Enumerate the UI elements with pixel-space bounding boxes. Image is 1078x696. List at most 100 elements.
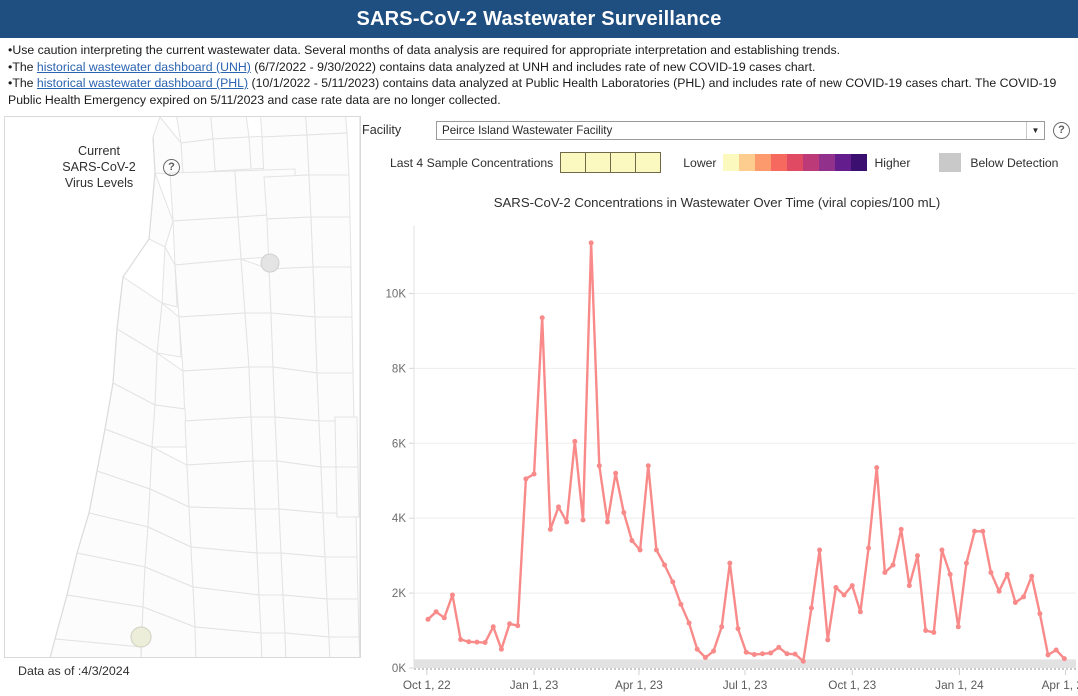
series-point[interactable] [890,562,896,568]
series-point[interactable] [914,553,920,559]
series-point[interactable] [1021,594,1027,600]
series-point[interactable] [923,628,929,634]
series-point[interactable] [425,616,431,622]
series-point[interactable] [564,519,570,525]
series-point[interactable] [768,650,774,656]
series-point[interactable] [825,637,831,643]
series-point[interactable] [759,651,765,657]
series-point[interactable] [531,471,537,477]
series-point[interactable] [645,463,651,469]
series-point[interactable] [507,621,513,627]
series-point[interactable] [1045,652,1051,658]
series-point[interactable] [784,651,790,657]
series-point[interactable] [1053,647,1059,653]
series-point[interactable] [980,528,986,534]
map-caption-line-2: SARS-CoV-2 [62,160,136,174]
note-2-post: (6/7/2022 - 9/30/2022) contains data ana… [250,59,816,74]
series-point[interactable] [449,592,455,598]
series-point[interactable] [947,571,953,577]
series-point[interactable] [988,569,994,575]
series-point[interactable] [735,626,741,632]
series-point[interactable] [621,510,627,516]
chevron-down-icon[interactable]: ▼ [1026,121,1044,139]
series-point[interactable] [490,624,496,630]
series-point[interactable] [1012,599,1018,605]
series-point[interactable] [906,583,912,589]
series-point[interactable] [955,624,961,630]
series-point[interactable] [482,640,488,646]
series-point[interactable] [857,609,863,615]
series-point[interactable] [441,615,447,621]
x-axis-tick-label: Jul 1, 23 [723,678,768,692]
historical-dashboard-unh-link[interactable]: historical wastewater dashboard (UNH) [37,60,251,74]
series-point[interactable] [963,560,969,566]
nh-town-map[interactable] [5,117,360,657]
series-point[interactable] [474,639,480,645]
series-point[interactable] [466,639,472,645]
series-point[interactable] [1029,573,1035,579]
series-point[interactable] [866,545,872,551]
facility-select[interactable]: Peirce Island Wastewater Facility ▼ [436,120,1045,140]
map-caption: Current SARS-CoV-2 Virus Levels [45,143,153,191]
series-point[interactable] [458,637,464,643]
series-point[interactable] [629,538,635,544]
series-point[interactable] [498,646,504,652]
map-help-icon[interactable]: ? [163,158,180,176]
series-point[interactable] [817,547,823,553]
series-point[interactable] [596,463,602,469]
map-marker-north[interactable] [260,253,280,273]
wastewater-line-chart[interactable]: 0K 2K 4K 6K 8K 10K Oct 1, 22 Jan 1, 23 Apr 1, 23… [362,216,1078,696]
map-marker-central[interactable] [130,626,152,648]
series-point[interactable] [808,605,814,611]
series-point[interactable] [588,240,594,246]
series-point[interactable] [662,562,668,568]
series-point[interactable] [653,547,659,553]
series-point[interactable] [433,609,439,615]
series-point[interactable] [580,517,586,523]
series-point[interactable] [792,651,798,657]
facility-help-icon[interactable]: ? [1053,121,1070,139]
series-point[interactable] [686,620,692,626]
historical-dashboard-phl-link[interactable]: historical wastewater dashboard (PHL) [37,76,248,90]
series-point[interactable] [637,547,643,553]
series-point[interactable] [776,644,782,650]
series-point[interactable] [1037,611,1043,617]
chart-container[interactable]: 0K 2K 4K 6K 8K 10K Oct 1, 22 Jan 1, 23 Apr 1, 23… [362,216,1078,696]
series-point[interactable] [711,648,717,654]
series-point[interactable] [898,526,904,532]
series-point[interactable] [849,583,855,589]
series-point[interactable] [996,588,1002,594]
series-point[interactable] [1004,571,1010,577]
series-point[interactable] [547,526,553,532]
series-point[interactable] [539,315,545,321]
color-scale-band [803,154,820,171]
series-point[interactable] [972,528,978,534]
series-point[interactable] [604,519,610,525]
series-point[interactable] [613,470,619,476]
series-point[interactable] [743,649,749,655]
series-line[interactable] [426,241,1066,663]
series-point[interactable] [702,655,708,661]
series-point[interactable] [882,569,888,575]
series-point[interactable] [572,438,578,444]
series-point[interactable] [719,624,725,630]
series-point[interactable] [833,584,839,590]
series-point[interactable] [931,629,937,635]
series-point[interactable] [556,504,562,510]
series-point[interactable] [515,623,521,629]
series-point[interactable] [1061,656,1067,662]
y-axis-tick-label: 10K [386,288,407,300]
series-point[interactable] [678,601,684,607]
color-scale-band [819,154,836,171]
series-point[interactable] [694,646,700,652]
series-point[interactable] [751,652,757,658]
series-point[interactable] [670,579,676,585]
series-point[interactable] [727,560,733,566]
series-point[interactable] [523,476,529,482]
series-point[interactable] [841,592,847,598]
map-panel[interactable]: Current SARS-CoV-2 Virus Levels ? [4,116,361,658]
series-point[interactable] [874,465,880,471]
x-axis-tick-label: Oct 1, 23 [828,678,876,692]
series-point[interactable] [800,658,806,664]
series-point[interactable] [939,547,945,553]
